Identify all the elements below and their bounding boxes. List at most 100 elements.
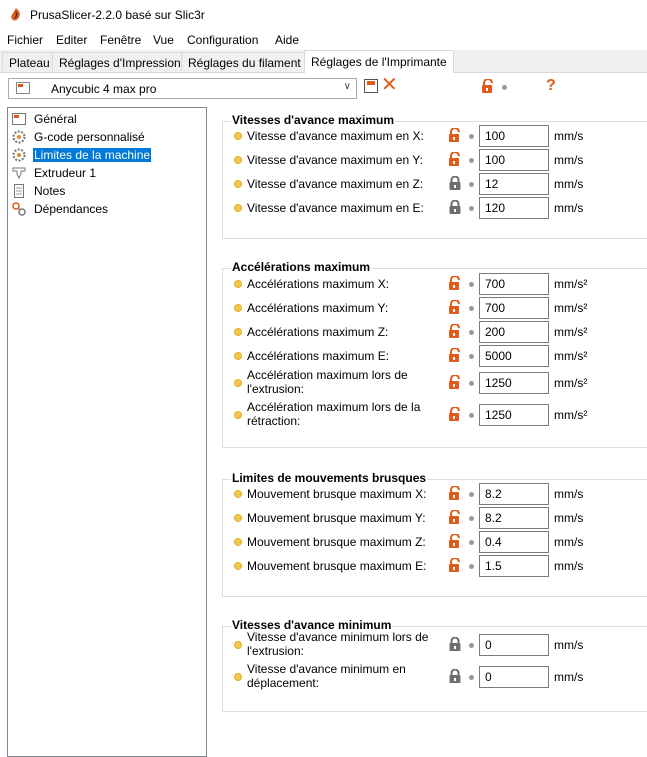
menu-fichier[interactable]: Fichier: [7, 33, 43, 47]
setting-value-input[interactable]: 120: [479, 197, 549, 219]
system-value-dot: [469, 158, 474, 163]
system-value-dot: [469, 643, 474, 648]
setting-row: Accélérations maximum Y: 700 mm/s²: [223, 297, 647, 319]
setting-value-input[interactable]: 12: [479, 173, 549, 195]
system-value-dot: [469, 206, 474, 211]
system-value-dot: [469, 413, 474, 418]
system-value-dot: [469, 354, 474, 359]
setting-label: Vitesse d'avance maximum en Y:: [247, 153, 423, 167]
setting-row: Accélération maximum lors de l'extrusion:…: [223, 368, 647, 396]
modified-indicator-dot: [234, 352, 242, 360]
setting-label: Accélération maximum lors de la rétractio…: [247, 400, 421, 428]
lock-icon[interactable]: [448, 176, 462, 190]
setting-row: Mouvement brusque maximum Z: 0.4 mm/s: [223, 531, 647, 553]
preset-name: Anycubic 4 max pro: [51, 82, 157, 96]
tab-plateau[interactable]: Plateau: [2, 52, 53, 71]
system-value-dot: [469, 492, 474, 497]
cog-icon: [12, 148, 26, 162]
setting-label: Mouvement brusque maximum X:: [247, 487, 427, 501]
tab-reglages-filament[interactable]: Réglages du filament: [181, 52, 305, 71]
system-value-dot: [469, 282, 474, 287]
setting-unit: mm/s: [554, 201, 584, 215]
unlock-icon[interactable]: [448, 128, 462, 142]
setting-value-input[interactable]: 1.5: [479, 555, 549, 577]
tree-item-label: Dépendances: [34, 202, 109, 216]
system-value-dot: [469, 330, 474, 335]
menu-aide[interactable]: Aide: [275, 33, 299, 47]
setting-value-input[interactable]: 700: [479, 297, 549, 319]
unlock-icon[interactable]: [448, 375, 462, 389]
setting-label: Vitesse d'avance maximum en X:: [247, 129, 424, 143]
modified-indicator-dot: [234, 411, 242, 419]
printer-icon: [16, 82, 30, 94]
menu-editer[interactable]: Editer: [56, 33, 87, 47]
setting-value-input[interactable]: 1250: [479, 404, 549, 426]
unlock-icon[interactable]: [448, 324, 462, 338]
settings-tree: Général G-code personnalisé Limites de l…: [7, 107, 207, 757]
setting-label: Accélération maximum lors de l'extrusion:: [247, 368, 408, 396]
menu-fenetre[interactable]: Fenêtre: [100, 33, 141, 47]
setting-unit: mm/s: [554, 129, 584, 143]
setting-unit: mm/s: [554, 670, 584, 684]
system-value-dot: [469, 516, 474, 521]
setting-value-input[interactable]: 0: [479, 666, 549, 688]
prusaslicer-logo-icon: [11, 8, 20, 21]
lock-icon[interactable]: [448, 200, 462, 214]
system-value-dot: [469, 306, 474, 311]
setting-unit: mm/s: [554, 153, 584, 167]
unlock-icon[interactable]: [448, 558, 462, 572]
setting-row: Mouvement brusque maximum E: 1.5 mm/s: [223, 555, 647, 577]
unlock-icon[interactable]: [448, 534, 462, 548]
funnel-icon: [12, 167, 26, 180]
tab-reglages-imprimante[interactable]: Réglages de l'Imprimante: [304, 50, 454, 73]
delete-preset-icon[interactable]: ✕: [381, 75, 398, 95]
lock-icon[interactable]: [448, 669, 462, 683]
menu-vue[interactable]: Vue: [153, 33, 174, 47]
setting-unit: mm/s: [554, 511, 584, 525]
unlock-icon[interactable]: [448, 276, 462, 290]
setting-row: Accélérations maximum Z: 200 mm/s²: [223, 321, 647, 343]
setting-row: Accélération maximum lors de la rétractio…: [223, 400, 647, 428]
save-preset-icon[interactable]: [364, 79, 378, 93]
tree-item-label: Limites de la machine: [33, 148, 152, 162]
setting-row: Vitesse d'avance minimum lors de l'extrus…: [223, 630, 647, 658]
unlock-icon[interactable]: [448, 300, 462, 314]
setting-value-input[interactable]: 100: [479, 125, 549, 147]
setting-value-input[interactable]: 0.4: [479, 531, 549, 553]
system-value-dot: [469, 564, 474, 569]
setting-value-input[interactable]: 0: [479, 634, 549, 656]
setting-row: Vitesse d'avance maximum en E: 120 mm/s: [223, 197, 647, 219]
setting-row: Accélérations maximum E: 5000 mm/s²: [223, 345, 647, 367]
unlock-icon[interactable]: [448, 152, 462, 166]
help-icon[interactable]: ?: [546, 77, 556, 95]
tree-item-label: Général: [34, 112, 77, 126]
system-value-dot: [469, 675, 474, 680]
modified-indicator-dot: [234, 514, 242, 522]
unlock-icon[interactable]: [448, 348, 462, 362]
lock-icon[interactable]: [448, 637, 462, 651]
setting-unit: mm/s: [554, 177, 584, 191]
setting-value-input[interactable]: 700: [479, 273, 549, 295]
setting-row: Vitesse d'avance maximum en Z: 12 mm/s: [223, 173, 647, 195]
setting-value-input[interactable]: 100: [479, 149, 549, 171]
unlock-icon[interactable]: [481, 79, 495, 93]
unlock-icon[interactable]: [448, 486, 462, 500]
setting-value-input[interactable]: 1250: [479, 372, 549, 394]
menu-configuration[interactable]: Configuration: [187, 33, 258, 47]
setting-value-input[interactable]: 8.2: [479, 483, 549, 505]
setting-unit: mm/s: [554, 487, 584, 501]
setting-value-input[interactable]: 5000: [479, 345, 549, 367]
setting-value-input[interactable]: 8.2: [479, 507, 549, 529]
setting-label: Accélérations maximum Z:: [247, 325, 389, 339]
setting-label: Vitesse d'avance maximum en Z:: [247, 177, 424, 191]
setting-label: Accélérations maximum Y:: [247, 301, 389, 315]
setting-label: Vitesse d'avance minimum lors de l'extrus…: [247, 630, 429, 658]
tab-reglages-impression[interactable]: Réglages d'Impression: [52, 52, 182, 71]
unlock-icon[interactable]: [448, 510, 462, 524]
setting-unit: mm/s: [554, 638, 584, 652]
unlock-icon[interactable]: [448, 407, 462, 421]
setting-row: Accélérations maximum X: 700 mm/s²: [223, 273, 647, 295]
setting-value-input[interactable]: 200: [479, 321, 549, 343]
printer-preset-select[interactable]: Anycubic 4 max pro ∨: [8, 78, 357, 99]
title-bar: PrusaSlicer-2.2.0 basé sur Slic3r: [0, 0, 647, 30]
